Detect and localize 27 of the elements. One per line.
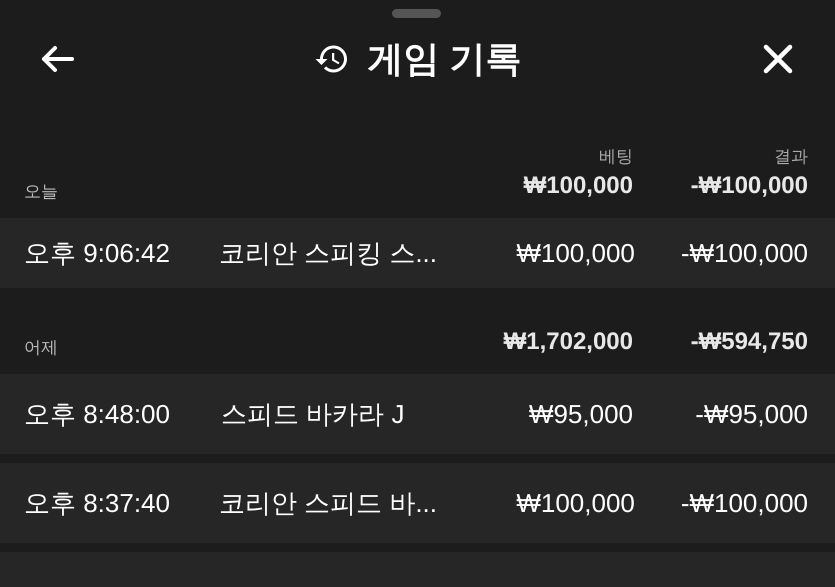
- bet-total: ₩1,702,000: [502, 327, 633, 357]
- game-name: 코리안 스피드 바...: [218, 486, 438, 520]
- bet-amount: ₩100,000: [515, 236, 635, 270]
- result-amount: -₩100,000: [680, 486, 808, 520]
- bet-amount: ₩95,000: [528, 398, 633, 430]
- game-name: 코리안 스피킹 스...: [218, 236, 438, 270]
- bet-total: ₩100,000: [522, 171, 633, 201]
- close-icon: [762, 43, 794, 75]
- bet-amount: ₩100,000: [515, 486, 635, 520]
- result-amount: -₩95,000: [694, 398, 808, 430]
- result-amount: -₩100,000: [680, 236, 808, 270]
- result-total: -₩100,000: [690, 171, 808, 201]
- result-total: -₩594,750: [690, 327, 808, 357]
- history-row[interactable]: 오후 8:48:00 스피드 바카라 J ₩95,000 -₩95,000: [0, 374, 835, 454]
- back-arrow-icon: [40, 45, 74, 73]
- column-header: 결과: [773, 146, 808, 168]
- window-title: 게임 기록: [367, 37, 522, 81]
- drag-handle[interactable]: [392, 9, 441, 18]
- time-text: 오후 8:37:40: [24, 486, 171, 520]
- game-name: 스피드 바카라 J: [221, 398, 406, 430]
- date-label: 어제: [24, 336, 59, 358]
- date-label: 오늘: [24, 180, 59, 202]
- time-text: 오후 8:48:00: [24, 398, 171, 430]
- time-text: 오후 9:06:42: [24, 236, 171, 270]
- history-row[interactable]: 오후 9:06:42 코리안 스피킹 스... ₩100,000 -₩100,000: [0, 218, 835, 288]
- history-row[interactable]: 오후 8:37:40 코리안 스피드 바... ₩100,000 -₩100,000: [0, 463, 835, 543]
- column-header: 베팅: [598, 146, 633, 168]
